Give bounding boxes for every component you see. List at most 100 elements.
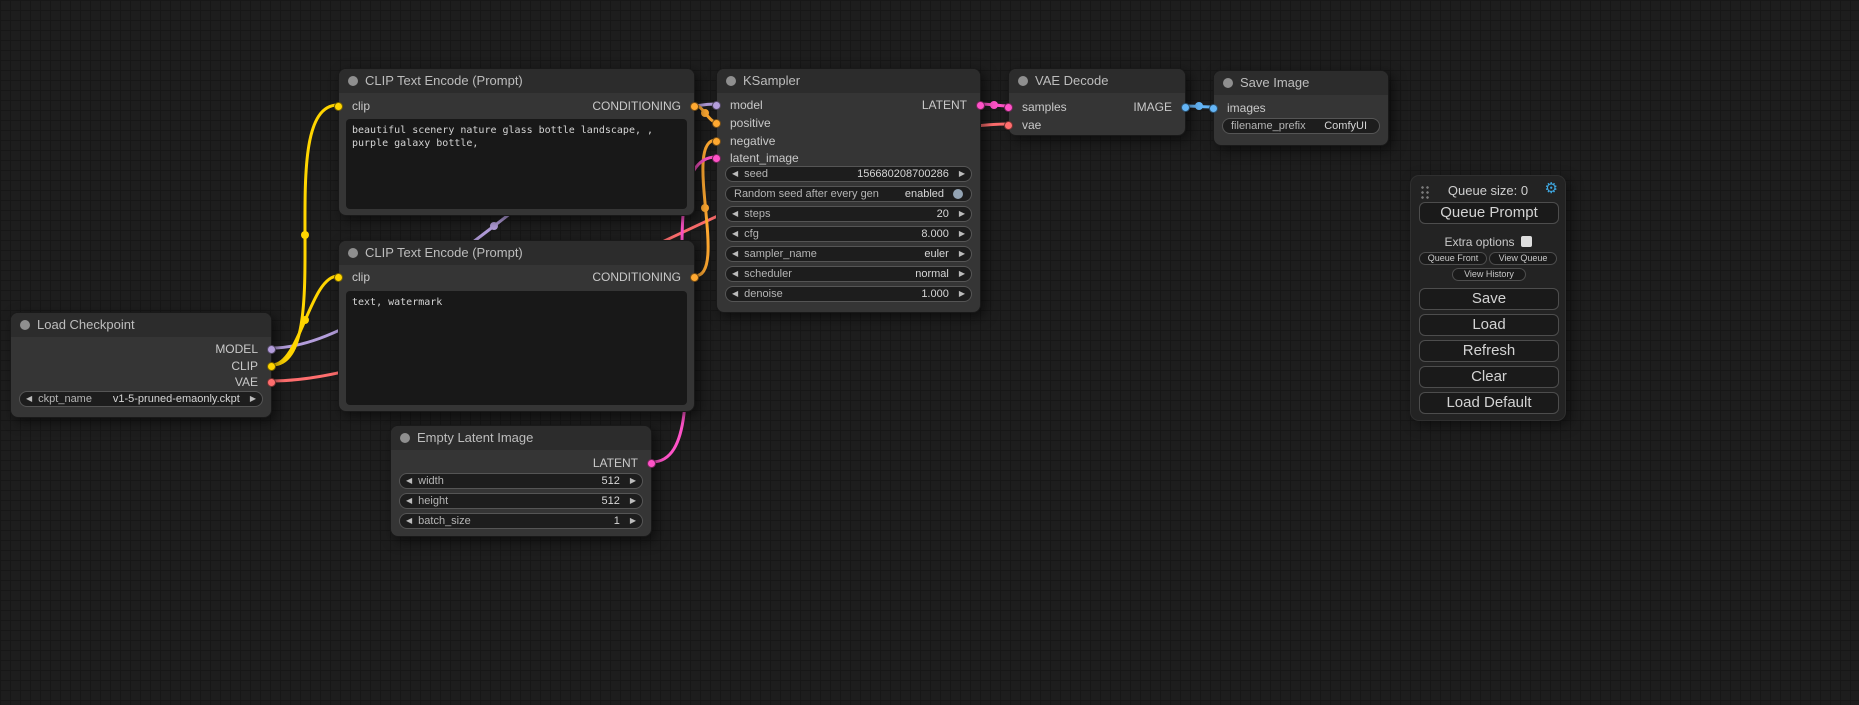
node-title-bar[interactable]: Empty Latent Image: [391, 426, 651, 450]
increment-arrow-icon[interactable]: ▶: [953, 287, 971, 301]
output-slot-latent[interactable]: [976, 101, 985, 110]
widget-label: cfg: [744, 227, 759, 241]
output-label-conditioning: CONDITIONING: [592, 269, 681, 285]
node-title: CLIP Text Encode (Prompt): [365, 73, 523, 88]
load-default-button[interactable]: Load Default: [1419, 392, 1559, 414]
increment-arrow-icon[interactable]: ▶: [624, 494, 642, 508]
widget-label: scheduler: [744, 267, 792, 281]
input-label-model: model: [730, 97, 763, 113]
collapse-dot-icon[interactable]: [1223, 78, 1233, 88]
view-history-button[interactable]: View History: [1452, 268, 1526, 281]
decrement-arrow-icon[interactable]: ◀: [400, 474, 418, 488]
decrement-arrow-icon[interactable]: ◀: [400, 494, 418, 508]
decrement-arrow-icon[interactable]: ◀: [726, 267, 744, 281]
widget-cfg[interactable]: ◀ cfg 8.000 ▶: [725, 226, 972, 242]
input-slot-samples[interactable]: [1004, 103, 1013, 112]
node-load-checkpoint[interactable]: Load Checkpoint MODEL CLIP VAE ◀ ckpt_na…: [10, 312, 272, 418]
node-vae-decode[interactable]: VAE Decode samples vae IMAGE: [1008, 68, 1186, 136]
output-slot-clip[interactable]: [267, 362, 276, 371]
widget-width[interactable]: ◀ width 512 ▶: [399, 473, 643, 489]
link-midpoint-dot: [1195, 102, 1203, 110]
wire-clip-to-positive: [272, 105, 338, 365]
node-save-image[interactable]: Save Image images filename_prefix ComfyU…: [1213, 70, 1389, 146]
toggle-indicator-icon[interactable]: [953, 189, 963, 199]
decrement-arrow-icon[interactable]: ◀: [726, 167, 744, 181]
widget-height[interactable]: ◀ height 512 ▶: [399, 493, 643, 509]
widget-sampler-name[interactable]: ◀ sampler_name euler ▶: [725, 246, 972, 262]
prompt-textarea[interactable]: text, watermark: [346, 291, 687, 405]
input-slot-model[interactable]: [712, 101, 721, 110]
collapse-dot-icon[interactable]: [20, 320, 30, 330]
node-clip-text-encode-positive[interactable]: CLIP Text Encode (Prompt) clip CONDITION…: [338, 68, 695, 216]
decrement-arrow-icon[interactable]: ◀: [726, 287, 744, 301]
input-slot-negative[interactable]: [712, 137, 721, 146]
input-slot-latent-image[interactable]: [712, 154, 721, 163]
widget-denoise[interactable]: ◀ denoise 1.000 ▶: [725, 286, 972, 302]
output-slot-conditioning[interactable]: [690, 273, 699, 282]
increment-arrow-icon[interactable]: ▶: [953, 247, 971, 261]
node-title-bar[interactable]: KSampler: [717, 69, 980, 93]
node-title: KSampler: [743, 73, 800, 88]
input-slot-clip[interactable]: [334, 102, 343, 111]
collapse-dot-icon[interactable]: [1018, 76, 1028, 86]
decrement-arrow-icon[interactable]: ◀: [726, 227, 744, 241]
collapse-dot-icon[interactable]: [348, 76, 358, 86]
widget-ckpt-name[interactable]: ◀ ckpt_name v1-5-pruned-emaonly.ckpt ▶: [19, 391, 263, 407]
output-slot-image[interactable]: [1181, 103, 1190, 112]
widget-label: height: [418, 494, 448, 508]
decrement-arrow-icon[interactable]: ◀: [400, 514, 418, 528]
collapse-dot-icon[interactable]: [726, 76, 736, 86]
widget-random-seed-toggle[interactable]: Random seed after every gen enabled: [725, 186, 972, 202]
queue-front-button[interactable]: Queue Front: [1419, 252, 1487, 265]
widget-value: 1.000: [921, 287, 953, 301]
collapse-dot-icon[interactable]: [400, 433, 410, 443]
widget-label: filename_prefix: [1231, 119, 1306, 133]
node-title-bar[interactable]: CLIP Text Encode (Prompt): [339, 241, 694, 265]
node-title-bar[interactable]: VAE Decode: [1009, 69, 1185, 93]
node-title: Save Image: [1240, 75, 1309, 90]
widget-steps[interactable]: ◀ steps 20 ▶: [725, 206, 972, 222]
increment-arrow-icon[interactable]: ▶: [624, 474, 642, 488]
extra-options-checkbox[interactable]: [1521, 236, 1532, 247]
load-button[interactable]: Load: [1419, 314, 1559, 336]
decrement-arrow-icon[interactable]: ◀: [20, 392, 38, 406]
widget-batch-size[interactable]: ◀ batch_size 1 ▶: [399, 513, 643, 529]
increment-arrow-icon[interactable]: ▶: [953, 167, 971, 181]
settings-gear-icon[interactable]: ⚙: [1545, 180, 1558, 198]
output-slot-vae[interactable]: [267, 378, 276, 387]
output-slot-model[interactable]: [267, 345, 276, 354]
node-title-bar[interactable]: Load Checkpoint: [11, 313, 271, 337]
decrement-arrow-icon[interactable]: ◀: [726, 247, 744, 261]
increment-arrow-icon[interactable]: ▶: [624, 514, 642, 528]
input-label-images: images: [1227, 100, 1266, 116]
widget-scheduler[interactable]: ◀ scheduler normal ▶: [725, 266, 972, 282]
input-slot-images[interactable]: [1209, 104, 1218, 113]
input-slot-positive[interactable]: [712, 119, 721, 128]
node-empty-latent-image[interactable]: Empty Latent Image LATENT ◀ width 512 ▶ …: [390, 425, 652, 537]
node-title-bar[interactable]: CLIP Text Encode (Prompt): [339, 69, 694, 93]
increment-arrow-icon[interactable]: ▶: [953, 267, 971, 281]
output-slot-conditioning[interactable]: [690, 102, 699, 111]
widget-value: euler: [924, 247, 952, 261]
collapse-dot-icon[interactable]: [348, 248, 358, 258]
node-clip-text-encode-negative[interactable]: CLIP Text Encode (Prompt) clip CONDITION…: [338, 240, 695, 412]
node-title-bar[interactable]: Save Image: [1214, 71, 1388, 95]
input-slot-clip[interactable]: [334, 273, 343, 282]
prompt-textarea[interactable]: beautiful scenery nature glass bottle la…: [346, 119, 687, 209]
output-slot-latent[interactable]: [647, 459, 656, 468]
refresh-button[interactable]: Refresh: [1419, 340, 1559, 362]
widget-value: 512: [601, 474, 623, 488]
queue-prompt-button[interactable]: Queue Prompt: [1419, 202, 1559, 224]
comfyui-canvas[interactable]: { "colors": { "model": "#b39ddb", "clip"…: [0, 0, 1859, 705]
increment-arrow-icon[interactable]: ▶: [953, 227, 971, 241]
input-slot-vae[interactable]: [1004, 121, 1013, 130]
save-button[interactable]: Save: [1419, 288, 1559, 310]
widget-filename-prefix[interactable]: filename_prefix ComfyUI: [1222, 118, 1380, 134]
decrement-arrow-icon[interactable]: ◀: [726, 207, 744, 221]
widget-seed[interactable]: ◀ seed 156680208700286 ▶: [725, 166, 972, 182]
view-queue-button[interactable]: View Queue: [1489, 252, 1557, 265]
node-ksampler[interactable]: KSampler model positive negative latent_…: [716, 68, 981, 313]
clear-button[interactable]: Clear: [1419, 366, 1559, 388]
increment-arrow-icon[interactable]: ▶: [244, 392, 262, 406]
increment-arrow-icon[interactable]: ▶: [953, 207, 971, 221]
